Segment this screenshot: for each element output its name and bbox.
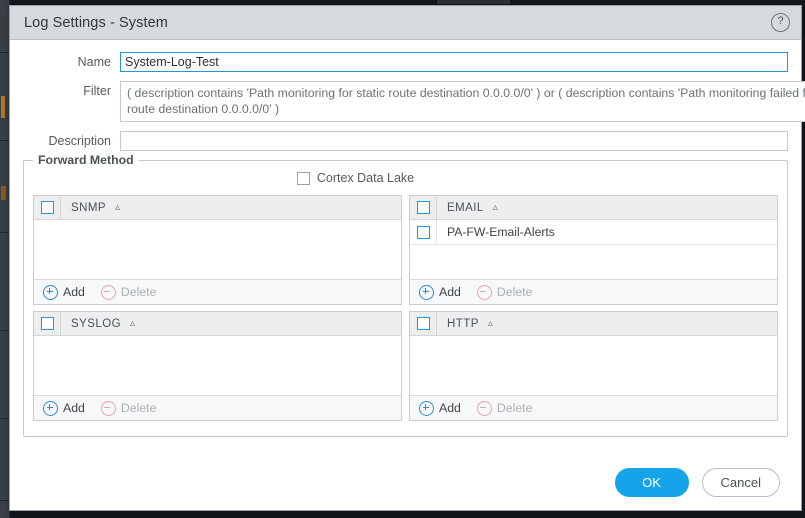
- syslog-delete-button[interactable]: Delete: [100, 400, 157, 416]
- forward-method-group: Forward Method Cortex Data Lake SNMP ▵ A…: [23, 153, 788, 437]
- name-label: Name: [77, 55, 111, 69]
- http-panel: HTTP ▵ Add Delete: [409, 311, 778, 421]
- dialog-footer: OK Cancel: [10, 454, 801, 510]
- panel-column-left: SNMP ▵ Add Delete SYSLOG ▵ Add Delete: [33, 195, 402, 427]
- description-label: Description: [48, 134, 111, 148]
- email-delete-label: Delete: [496, 285, 533, 299]
- log-settings-dialog: Log Settings - System ? Name Filter ( de…: [9, 5, 805, 511]
- dialog-titlebar: Log Settings - System ?: [10, 6, 801, 40]
- http-panel-title: HTTP: [447, 317, 479, 330]
- plus-circle-icon: [419, 284, 434, 300]
- minus-circle-icon: [100, 284, 116, 300]
- filter-text-line-1: ( description contains 'Path monitoring …: [127, 86, 805, 100]
- name-input[interactable]: [120, 52, 788, 72]
- http-panel-header: HTTP ▵: [410, 312, 777, 336]
- email-panel: EMAIL ▵ PA-FW-Email-Alerts Add Delete: [409, 195, 778, 305]
- plus-circle-icon: [419, 400, 434, 416]
- dialog-title: Log Settings - System: [24, 14, 168, 31]
- syslog-panel: SYSLOG ▵ Add Delete: [33, 311, 402, 421]
- description-input[interactable]: [120, 131, 788, 151]
- minus-circle-icon: [476, 400, 492, 416]
- http-add-button[interactable]: Add: [419, 400, 461, 416]
- snmp-chevron-up-icon[interactable]: ▵: [115, 202, 120, 213]
- name-field-row: Name: [23, 52, 788, 72]
- plus-circle-icon: [43, 284, 58, 300]
- syslog-select-all-checkbox[interactable]: [40, 317, 54, 330]
- email-panel-header: EMAIL ▵: [410, 196, 777, 220]
- background-accent-mark-top: [1, 96, 5, 118]
- cancel-button[interactable]: Cancel: [701, 467, 780, 497]
- cortex-data-lake-row: Cortex Data Lake: [33, 161, 778, 195]
- http-chevron-up-icon[interactable]: ▵: [488, 318, 493, 329]
- panel-column-right: EMAIL ▵ PA-FW-Email-Alerts Add Delete HT…: [409, 195, 778, 427]
- snmp-panel-title: SNMP: [71, 201, 107, 214]
- syslog-chevron-up-icon[interactable]: ▵: [130, 318, 135, 329]
- snmp-panel-footer: Add Delete: [34, 279, 401, 304]
- syslog-panel-footer: Add Delete: [34, 395, 401, 420]
- email-row-label: PA-FW-Email-Alerts: [447, 225, 555, 239]
- cortex-data-lake-checkbox[interactable]: [296, 171, 310, 185]
- filter-text-line-2: route destination 0.0.0.0/0' ): [127, 102, 280, 116]
- help-circle-icon[interactable]: ?: [771, 13, 790, 32]
- description-field-row: Description: [23, 131, 788, 151]
- snmp-panel-header: SNMP ▵: [34, 196, 401, 220]
- syslog-delete-label: Delete: [120, 401, 157, 415]
- dialog-body: Name Filter ( description contains 'Path…: [10, 40, 805, 437]
- plus-circle-icon: [43, 400, 58, 416]
- email-add-label: Add: [439, 285, 461, 299]
- syslog-panel-rows: [34, 336, 401, 395]
- http-select-all-checkbox[interactable]: [416, 317, 430, 330]
- email-row-checkbox[interactable]: [416, 225, 430, 239]
- email-panel-rows: PA-FW-Email-Alerts: [410, 220, 777, 279]
- snmp-delete-label: Delete: [120, 285, 157, 299]
- snmp-add-button[interactable]: Add: [43, 284, 85, 300]
- http-panel-footer: Add Delete: [410, 395, 777, 420]
- http-panel-rows: [410, 336, 777, 395]
- http-delete-label: Delete: [496, 401, 533, 415]
- ok-button[interactable]: OK: [614, 467, 689, 497]
- email-panel-footer: Add Delete: [410, 279, 777, 304]
- table-row[interactable]: PA-FW-Email-Alerts: [410, 220, 777, 245]
- filter-input[interactable]: ( description contains 'Path monitoring …: [120, 81, 805, 122]
- syslog-panel-header: SYSLOG ▵: [34, 312, 401, 336]
- http-add-label: Add: [439, 401, 461, 415]
- filter-label: Filter: [83, 84, 111, 98]
- syslog-add-button[interactable]: Add: [43, 400, 85, 416]
- email-delete-button[interactable]: Delete: [476, 284, 533, 300]
- snmp-select-all-checkbox[interactable]: [40, 201, 54, 214]
- email-chevron-up-icon[interactable]: ▵: [493, 202, 498, 213]
- filter-field-row: Filter ( description contains 'Path moni…: [23, 81, 805, 122]
- forward-method-legend: Forward Method: [33, 153, 139, 167]
- syslog-panel-title: SYSLOG: [71, 317, 121, 330]
- http-delete-button[interactable]: Delete: [476, 400, 533, 416]
- syslog-add-label: Add: [63, 401, 85, 415]
- minus-circle-icon: [476, 284, 492, 300]
- snmp-delete-button[interactable]: Delete: [100, 284, 157, 300]
- snmp-panel: SNMP ▵ Add Delete: [33, 195, 402, 305]
- snmp-panel-rows: [34, 220, 401, 279]
- minus-circle-icon: [100, 400, 116, 416]
- background-accent-mark-bottom: [1, 186, 6, 200]
- email-add-button[interactable]: Add: [419, 284, 461, 300]
- email-panel-title: EMAIL: [447, 201, 484, 214]
- cortex-data-lake-label: Cortex Data Lake: [316, 171, 415, 185]
- forward-method-panel-grid: SNMP ▵ Add Delete SYSLOG ▵ Add Delete EM…: [33, 195, 778, 427]
- email-select-all-checkbox[interactable]: [416, 201, 430, 214]
- background-window-tab: [437, 0, 510, 4]
- snmp-add-label: Add: [63, 285, 85, 299]
